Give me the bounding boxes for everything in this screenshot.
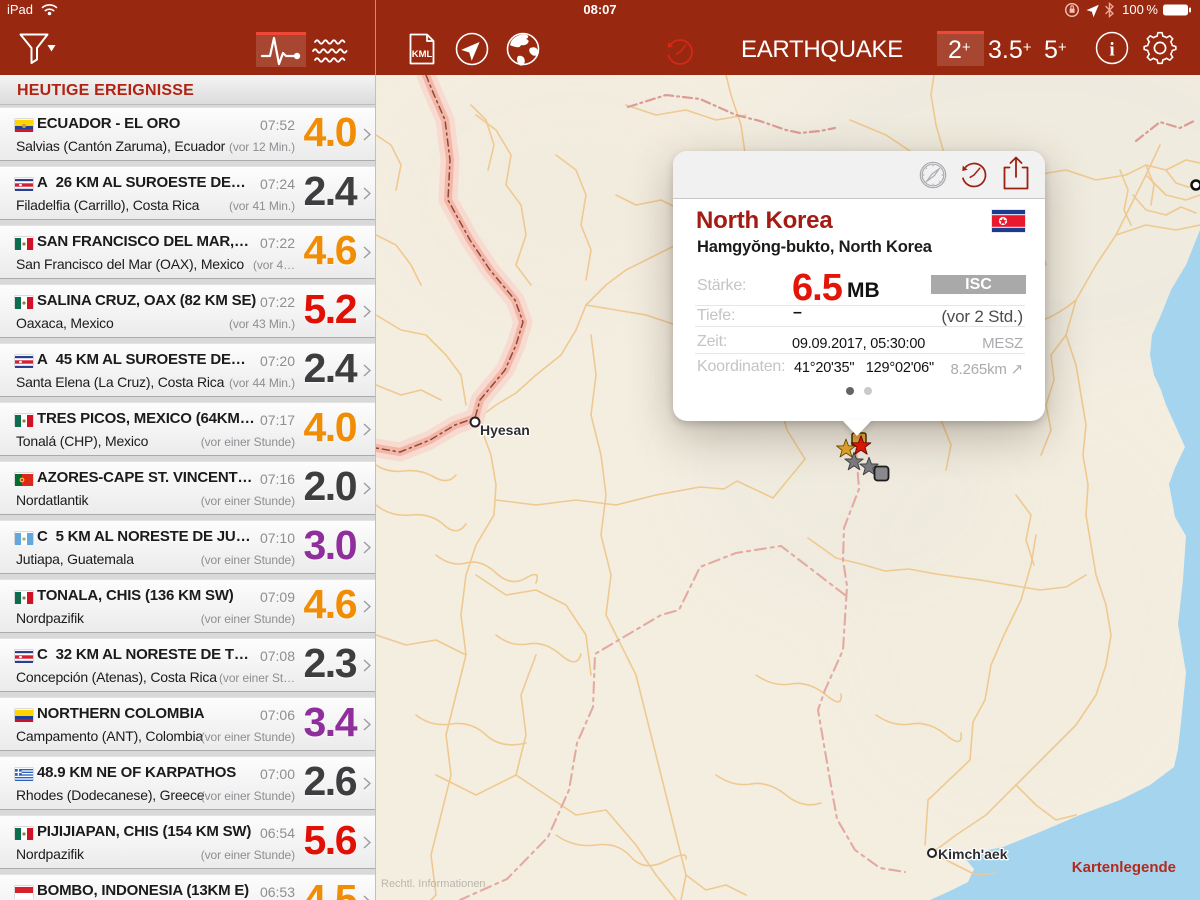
svg-text:Kartenlegende: Kartenlegende (1072, 859, 1176, 876)
svg-text:Rechtl. Informationen: Rechtl. Informationen (381, 878, 486, 890)
svg-text:Kimch'aek: Kimch'aek (938, 846, 1008, 862)
svg-text:Hyesan: Hyesan (480, 422, 530, 438)
